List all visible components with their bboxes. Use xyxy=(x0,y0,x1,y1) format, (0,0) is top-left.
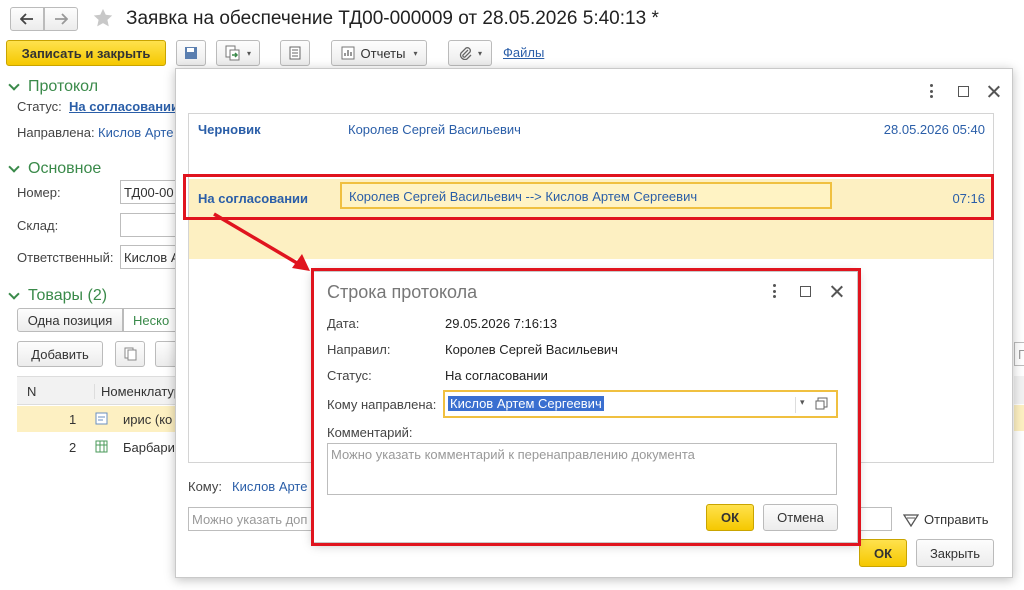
product-set-icon xyxy=(95,440,108,453)
chevron-down-icon: ▾ xyxy=(477,48,482,58)
row-n: 1 xyxy=(69,412,77,427)
number-field[interactable]: ТД00-00 xyxy=(120,180,180,204)
history-time: 28.05.2026 05:40 xyxy=(883,122,985,137)
chevron-down-icon xyxy=(8,160,20,173)
dialog-highlight-frame xyxy=(311,268,861,546)
number-label: Номер: xyxy=(17,185,61,200)
main-heading: Основное xyxy=(28,160,102,177)
list-icon xyxy=(289,46,301,60)
ok-button[interactable]: ОК xyxy=(859,539,907,567)
window-title: Заявка на обеспечение ТД00-000009 от 28.… xyxy=(126,8,659,29)
chevron-down-icon xyxy=(8,287,20,300)
save-button[interactable] xyxy=(176,40,206,66)
tab-several-positions[interactable]: Неско xyxy=(123,308,183,332)
comment-field[interactable]: Можно указать доп xyxy=(188,507,318,531)
copy-icon xyxy=(124,347,136,361)
create-based-icon xyxy=(225,45,240,61)
maximize-icon[interactable] xyxy=(958,86,969,97)
reports-label: Отчеты xyxy=(360,45,406,61)
chevron-down-icon: ▾ xyxy=(246,48,251,58)
table-header: N Номенклатур xyxy=(17,377,187,405)
row-name: ирис (ко xyxy=(123,412,173,427)
send-icon xyxy=(903,513,919,527)
close-button[interactable]: Закрыть xyxy=(916,539,994,567)
protocol-section-header[interactable]: Протокол xyxy=(8,78,99,96)
history-route: Королев Сергей Васильевич xyxy=(348,122,521,137)
comment-field-right[interactable] xyxy=(856,507,892,531)
chevron-down-icon xyxy=(8,78,20,91)
col-n-header: N xyxy=(27,384,37,399)
structure-button[interactable] xyxy=(280,40,310,66)
add-button[interactable]: Добавить xyxy=(17,341,103,367)
goods-table: N Номенклатур 1 ирис (ко 2 Барбари xyxy=(17,376,187,466)
history-row[interactable]: Черновик Королев Сергей Васильевич 28.05… xyxy=(189,114,993,148)
warehouse-field[interactable] xyxy=(120,213,180,237)
responsible-label: Ответственный: xyxy=(17,250,114,265)
responsible-field[interactable]: Кислов А xyxy=(120,245,180,269)
goods-section-header[interactable]: Товары (2) xyxy=(8,287,108,305)
reports-button[interactable]: Отчеты ▾ xyxy=(331,40,427,66)
arrow-right-icon xyxy=(55,13,68,25)
goods-heading: Товары (2) xyxy=(28,287,108,304)
to-label: Кому: xyxy=(188,479,222,494)
create-based-on-button[interactable]: ▾ xyxy=(216,40,260,66)
back-button[interactable] xyxy=(10,7,44,31)
attach-button[interactable]: ▾ xyxy=(448,40,492,66)
protocol-heading: Протокол xyxy=(28,78,99,95)
forward-button[interactable] xyxy=(44,7,78,31)
row-n: 2 xyxy=(69,440,77,455)
right-search-field[interactable]: П xyxy=(1014,342,1024,366)
history-status: Черновик xyxy=(198,122,261,137)
sent-label: Направлена: xyxy=(17,125,95,140)
status-link[interactable]: На согласовании xyxy=(69,99,179,114)
floppy-icon xyxy=(185,47,197,59)
right-highlight-strip xyxy=(1014,405,1024,431)
table-row[interactable]: 2 Барбари xyxy=(17,434,187,460)
tab-one-position[interactable]: Одна позиция xyxy=(17,308,123,332)
status-label: Статус: xyxy=(17,99,62,114)
copy-button[interactable] xyxy=(115,341,145,367)
right-header-strip xyxy=(1014,376,1024,404)
favorite-star-icon[interactable] xyxy=(92,7,114,29)
chevron-down-icon: ▾ xyxy=(413,48,418,58)
row-name: Барбари xyxy=(123,440,175,455)
report-icon xyxy=(341,46,355,60)
col-item-header: Номенклатур xyxy=(94,384,181,399)
more-options-icon[interactable] xyxy=(929,84,933,98)
save-and-close-button[interactable]: Записать и закрыть xyxy=(6,40,166,66)
product-icon xyxy=(95,412,108,425)
table-row[interactable]: 1 ирис (ко xyxy=(17,406,187,432)
pointer-arrow xyxy=(213,212,310,271)
send-label: Отправить xyxy=(924,512,989,527)
sent-to-link[interactable]: Кислов Арте xyxy=(98,125,173,140)
files-link[interactable]: Файлы xyxy=(503,45,544,60)
close-icon[interactable] xyxy=(987,85,1000,98)
main-section-header[interactable]: Основное xyxy=(8,160,102,178)
to-link[interactable]: Кислов Арте xyxy=(232,479,307,494)
paperclip-icon xyxy=(459,47,472,60)
arrow-left-icon xyxy=(20,13,33,25)
send-button[interactable]: Отправить xyxy=(903,512,988,527)
warehouse-label: Склад: xyxy=(17,218,59,233)
